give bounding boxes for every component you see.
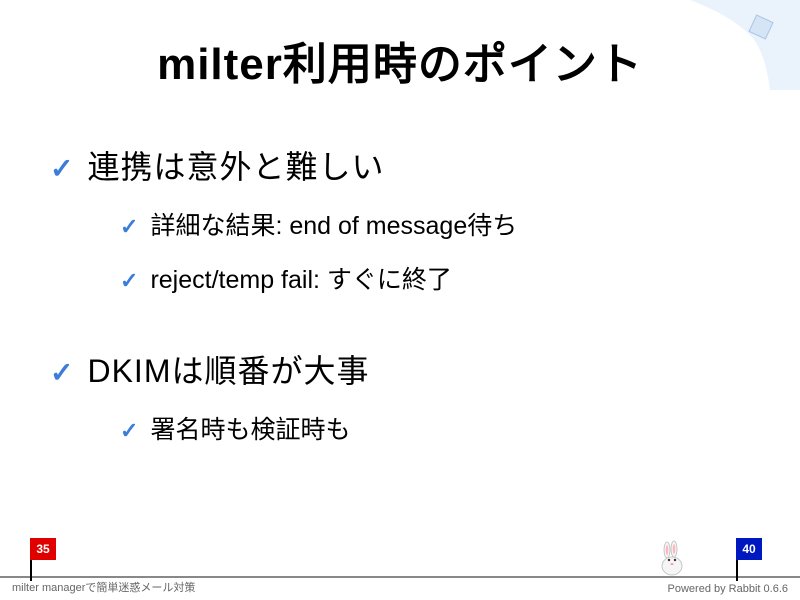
flag-pole [30,560,32,581]
bullet-text: reject/temp fail: すぐに終了 [150,260,451,296]
bullet-sub-2-1: ✓ 署名時も検証時も [120,410,760,446]
flag-pole [736,560,738,581]
current-page-number: 35 [30,538,56,560]
total-pages-number: 40 [736,538,762,560]
bullet-main-1: ✓ 連携は意外と難しい [50,142,760,188]
spacer [50,314,760,336]
bullet-text: 連携は意外と難しい [87,142,384,188]
bullet-text: DKIMは順番が大事 [87,346,369,392]
current-page-flag: 35 [30,538,60,578]
check-icon: ✓ [120,418,138,444]
bullet-text: 詳細な結果: end of message待ち [150,206,517,242]
footer-right-text: Powered by Rabbit 0.6.6 [668,583,788,595]
footer-left-text: milter managerで簡単迷惑メール対策 [12,579,195,595]
slide-title: milter利用時のポイント [40,28,760,92]
check-icon: ✓ [120,268,138,294]
check-icon: ✓ [50,152,73,185]
rabbit-icon [652,540,690,578]
content-area: ✓ 連携は意外と難しい ✓ 詳細な結果: end of message待ち ✓ … [40,142,760,446]
total-pages-flag: 40 [736,538,766,578]
check-icon: ✓ [120,214,138,240]
corner-decoration [690,0,800,90]
bullet-sub-1-1: ✓ 詳細な結果: end of message待ち [120,206,760,242]
slide: milter利用時のポイント ✓ 連携は意外と難しい ✓ 詳細な結果: end … [0,0,800,600]
footer: 35 40 milter managerで簡単迷惑メール対策 Powered b… [0,528,800,600]
check-icon: ✓ [50,356,73,389]
bullet-main-2: ✓ DKIMは順番が大事 [50,346,760,392]
bullet-text: 署名時も検証時も [150,410,350,446]
bullet-sub-1-2: ✓ reject/temp fail: すぐに終了 [120,260,760,296]
